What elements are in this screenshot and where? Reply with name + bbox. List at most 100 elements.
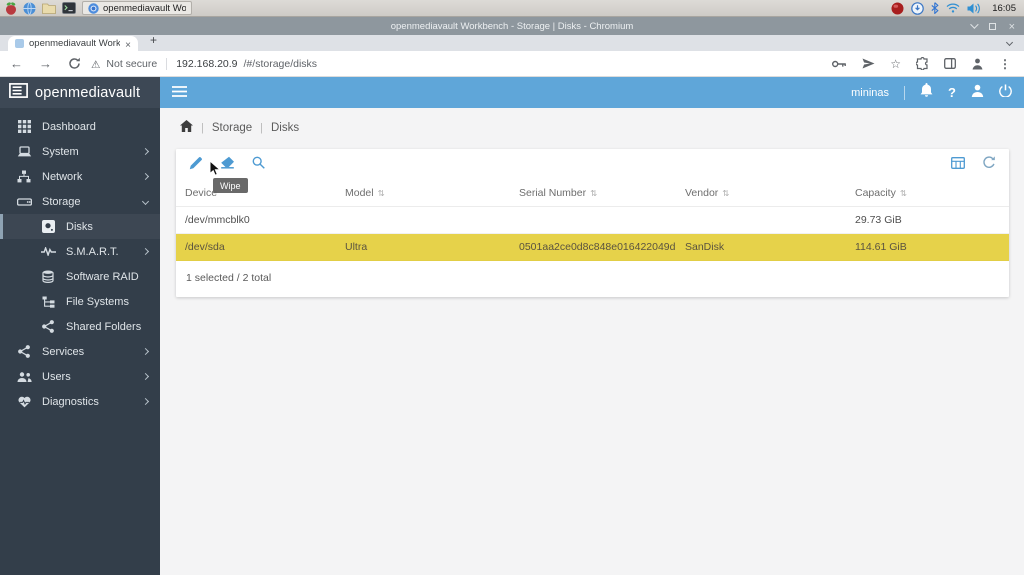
terminal-icon[interactable] <box>62 1 76 16</box>
hamburger-menu-icon[interactable] <box>172 84 187 102</box>
disk-icon <box>40 220 56 233</box>
chromium-icon <box>88 1 99 16</box>
sidebar-item-storage[interactable]: Storage <box>0 189 160 214</box>
reload-icon[interactable] <box>68 56 81 71</box>
browser-tab[interactable]: openmediavault Workbe <box>8 36 138 51</box>
disks-table-card: Device Model Serial Number Vendor Capaci… <box>176 149 1009 297</box>
notifications-bell-icon[interactable] <box>920 83 933 102</box>
profile-avatar-icon[interactable] <box>971 56 984 71</box>
column-header-device[interactable]: Device <box>176 181 336 206</box>
not-secure-warning-icon[interactable] <box>91 55 100 73</box>
sidebar-item-smart[interactable]: S.M.A.R.T. <box>0 239 160 264</box>
minimize-icon[interactable] <box>969 20 979 29</box>
sidebar-item-system[interactable]: System <box>0 139 160 164</box>
table-toolbar <box>176 149 1009 181</box>
column-header-serial[interactable]: Serial Number <box>510 181 676 206</box>
table-footer-summary: 1 selected / 2 total <box>186 272 272 284</box>
browser-actions <box>832 55 1014 73</box>
back-icon[interactable]: ← <box>10 57 23 70</box>
reload-table-icon[interactable] <box>982 156 996 174</box>
raspberry-menu-icon[interactable] <box>5 1 17 16</box>
sidebar-item-services[interactable]: Services <box>0 339 160 364</box>
table-header-row: Device Model Serial Number Vendor Capaci… <box>176 181 1009 207</box>
chevron-right-icon <box>141 397 150 406</box>
taskbar-window-button[interactable]: openmediavault Wor... <box>82 1 192 15</box>
address-bar: ← → Not secure 192.168.20.9 /#/storage/di… <box>0 51 1024 77</box>
column-header-vendor[interactable]: Vendor <box>676 181 846 206</box>
sidebar-item-network[interactable]: Network <box>0 164 160 189</box>
updates-icon[interactable] <box>911 1 925 16</box>
cell-model <box>336 207 510 233</box>
sidebar-item-diagnostics[interactable]: Diagnostics <box>0 389 160 414</box>
web-browser-launcher-icon[interactable] <box>23 1 36 16</box>
tab-favicon <box>15 39 24 48</box>
user-account-icon[interactable] <box>971 84 984 102</box>
tab-close-icon[interactable] <box>125 35 131 53</box>
chevron-right-icon <box>141 172 150 181</box>
cell-capacity: 114.61 GiB <box>855 241 907 253</box>
password-key-icon[interactable] <box>832 56 847 71</box>
send-icon[interactable] <box>862 56 875 71</box>
storage-drive-icon <box>16 197 32 207</box>
dashboard-grid-icon <box>16 120 32 133</box>
sort-icon <box>378 181 385 206</box>
volume-icon[interactable] <box>967 1 981 16</box>
home-icon[interactable] <box>180 119 193 137</box>
breadcrumb-item-disks[interactable]: Disks <box>271 122 299 134</box>
forward-icon[interactable]: → <box>39 57 52 70</box>
url-path: /#/storage/disks <box>243 57 318 70</box>
browser-menu-icon[interactable] <box>999 55 1011 73</box>
bookmark-star-icon[interactable] <box>890 55 901 73</box>
omv-page: openmediavault Dashboard System Network … <box>0 77 1024 575</box>
column-header-capacity[interactable]: Capacity <box>846 181 1009 206</box>
close-window-icon[interactable] <box>1009 17 1015 35</box>
file-tree-icon <box>40 296 56 308</box>
sort-icon <box>590 181 597 206</box>
omnibox[interactable]: Not secure 192.168.20.9 /#/storage/disks <box>91 55 832 73</box>
file-manager-icon[interactable] <box>42 1 56 16</box>
column-header-model[interactable]: Model <box>336 181 510 206</box>
sidebar-item-file-systems[interactable]: File Systems <box>0 289 160 314</box>
new-tab-button[interactable] <box>150 31 157 49</box>
tray-status-icon[interactable] <box>891 1 904 16</box>
bluetooth-icon[interactable] <box>931 1 939 16</box>
search-icon[interactable] <box>252 156 265 174</box>
tab-search-chevron-icon[interactable] <box>1005 38 1014 47</box>
diagnostics-heart-pulse-icon <box>16 396 32 408</box>
breadcrumb-item-storage[interactable]: Storage <box>212 122 252 134</box>
sidebar-item-dashboard[interactable]: Dashboard <box>0 114 160 139</box>
clock[interactable]: 16:05 <box>992 3 1016 14</box>
sidebar-item-software-raid[interactable]: Software RAID <box>0 264 160 289</box>
extensions-puzzle-icon[interactable] <box>916 56 929 71</box>
cell-device: /dev/mmcblk0 <box>185 214 250 226</box>
sidebar-item-disks[interactable]: Disks <box>0 214 160 239</box>
table-row-sda-selected[interactable]: /dev/sda Ultra 0501aa2ce0d8c848e01642204… <box>176 234 1009 261</box>
raid-database-icon <box>40 270 56 283</box>
table-toolbar-right <box>951 156 996 174</box>
column-settings-grid-icon[interactable] <box>951 156 965 174</box>
cell-model: Ultra <box>345 241 368 253</box>
app-header: mininas <box>160 77 1024 108</box>
screen: openmediavault Wor... 16:05 openmediavau… <box>0 0 1024 575</box>
sidebar: openmediavault Dashboard System Network … <box>0 77 160 575</box>
app-header-actions: mininas <box>851 83 1012 102</box>
username[interactable]: mininas <box>851 87 889 99</box>
smart-pulse-icon <box>40 247 56 256</box>
breadcrumb: | Storage | Disks <box>160 108 1024 138</box>
wifi-icon[interactable] <box>946 1 960 16</box>
omv-logo-text: openmediavault <box>35 84 141 101</box>
edit-pencil-icon[interactable] <box>189 156 203 175</box>
cell-serial: 0501aa2ce0d8c848e016422049de195613d… <box>519 241 676 253</box>
taskbar-window-label: openmediavault Wor... <box>103 2 186 14</box>
omv-logo-icon <box>9 82 28 103</box>
users-icon <box>16 371 32 382</box>
power-icon[interactable] <box>999 84 1012 102</box>
sidebar-item-shared-folders[interactable]: Shared Folders <box>0 314 160 339</box>
help-icon[interactable] <box>948 84 956 102</box>
table-row-mmcblk0[interactable]: /dev/mmcblk0 29.73 GiB <box>176 207 1009 234</box>
tab-strip: openmediavault Workbe <box>0 35 1024 51</box>
wipe-eraser-icon[interactable] <box>220 156 235 174</box>
sidebar-item-users[interactable]: Users <box>0 364 160 389</box>
side-panel-icon[interactable] <box>944 56 956 71</box>
maximize-icon[interactable] <box>988 22 996 30</box>
